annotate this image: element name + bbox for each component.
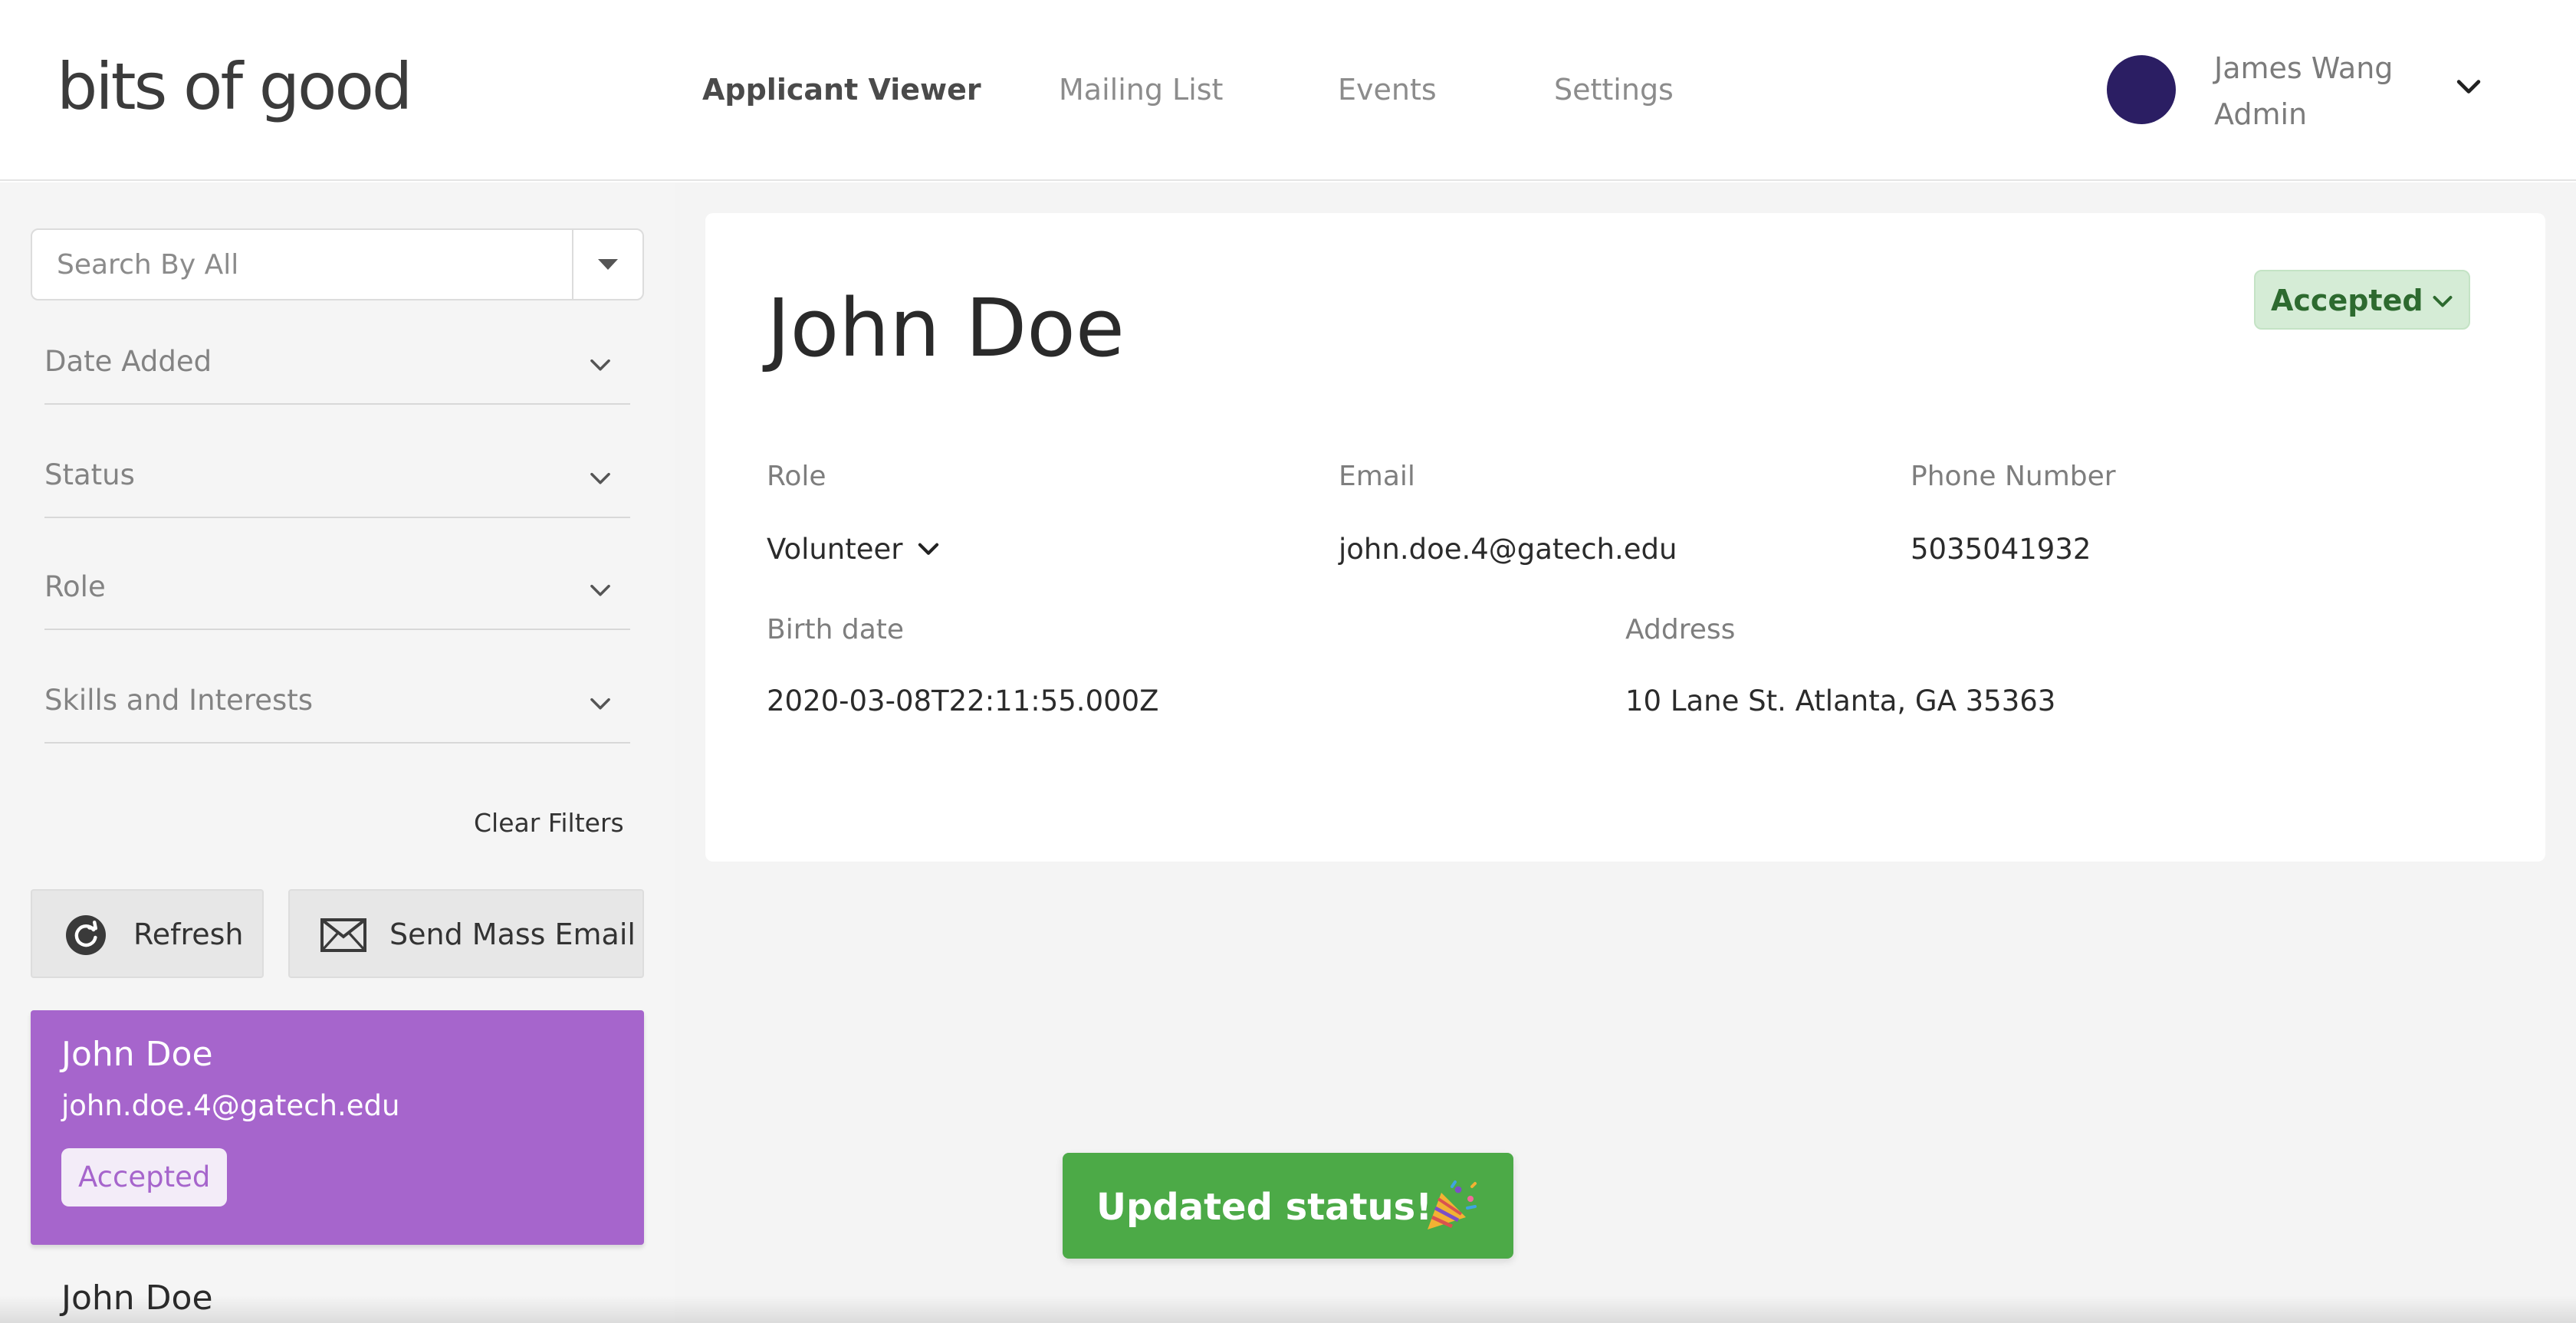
top-header: bits of good Applicant Viewer Mailing Li… (0, 0, 2576, 181)
party-popper-icon (1428, 1180, 1477, 1229)
toast-message: Updated status! (1096, 1186, 1433, 1229)
nav-mailing-list[interactable]: Mailing List (1059, 69, 1223, 110)
status-updated-toast[interactable]: Updated status! (1063, 1153, 1513, 1259)
refresh-icon (66, 915, 106, 955)
applicant-card-email: john.doe.4@gatech.edu (61, 1089, 400, 1122)
applicant-detail-card: John Doe Accepted Role Email Phone Numbe… (705, 213, 2545, 862)
status-dropdown-label: Accepted (2271, 284, 2423, 317)
bits-of-good-logo[interactable]: bits of good (57, 44, 412, 129)
user-role: Admin (2214, 97, 2308, 131)
nav-settings[interactable]: Settings (1554, 69, 1674, 110)
applicant-sidebar: Date Added Status Role Skills and Intere… (0, 182, 675, 1323)
email-label: Email (1339, 461, 1415, 492)
chevron-down-icon (590, 584, 610, 596)
refresh-button[interactable]: Refresh (31, 889, 264, 978)
role-dropdown[interactable]: Volunteer (767, 529, 903, 570)
app-window: bits of good Applicant Viewer Mailing Li… (0, 0, 2576, 1323)
filter-label: Role (44, 570, 106, 603)
birth-date-label: Birth date (767, 614, 905, 645)
address-value: 10 Lane St. Atlanta, GA 35363 (1625, 684, 2056, 717)
filter-label: Skills and Interests (44, 684, 314, 717)
caret-down-icon (598, 259, 618, 270)
email-value: john.doe.4@gatech.edu (1339, 533, 1677, 566)
chevron-down-icon[interactable] (2452, 71, 2486, 104)
applicant-name-heading: John Doe (767, 281, 1125, 375)
chevron-down-icon (2433, 296, 2453, 307)
status-dropdown[interactable]: Accepted (2254, 270, 2470, 330)
role-label: Role (767, 461, 826, 492)
refresh-label: Refresh (133, 918, 244, 951)
filter-date-added[interactable]: Date Added (44, 325, 630, 405)
birth-date-value: 2020-03-08T22:11:55.000Z (767, 684, 1159, 717)
filter-role[interactable]: Role (44, 550, 630, 630)
search-input[interactable] (32, 230, 573, 299)
main-content: John Doe Accepted Role Email Phone Numbe… (675, 182, 2576, 1323)
chevron-down-icon (590, 359, 610, 371)
send-mass-email-label: Send Mass Email (389, 918, 636, 951)
filter-skills-and-interests[interactable]: Skills and Interests (44, 664, 630, 744)
filter-status[interactable]: Status (44, 438, 630, 518)
search-category-dropdown[interactable] (572, 230, 642, 299)
applicant-card-selected[interactable]: John Doe john.doe.4@gatech.edu Accepted (31, 1010, 644, 1245)
chevron-down-icon (590, 698, 610, 710)
filter-label: Date Added (44, 345, 212, 378)
user-name: James Wang (2214, 51, 2394, 85)
nav-events[interactable]: Events (1338, 69, 1437, 110)
filter-label: Status (44, 458, 135, 491)
clear-filters-button[interactable]: Clear Filters (474, 805, 624, 842)
address-label: Address (1625, 614, 1736, 645)
applicant-card-name[interactable]: John Doe (61, 1274, 213, 1323)
envelope-icon (320, 918, 366, 952)
send-mass-email-button[interactable]: Send Mass Email (288, 889, 644, 978)
chevron-down-icon (590, 472, 610, 484)
user-avatar[interactable] (2107, 55, 2176, 124)
phone-number-label: Phone Number (1911, 461, 2116, 492)
search-box (31, 228, 644, 300)
applicant-card-name: John Doe (61, 1035, 213, 1074)
chevron-down-icon[interactable] (914, 535, 943, 564)
phone-number-value: 5035041932 (1911, 533, 2091, 566)
status-badge: Accepted (61, 1148, 228, 1206)
nav-applicant-viewer[interactable]: Applicant Viewer (702, 69, 981, 110)
